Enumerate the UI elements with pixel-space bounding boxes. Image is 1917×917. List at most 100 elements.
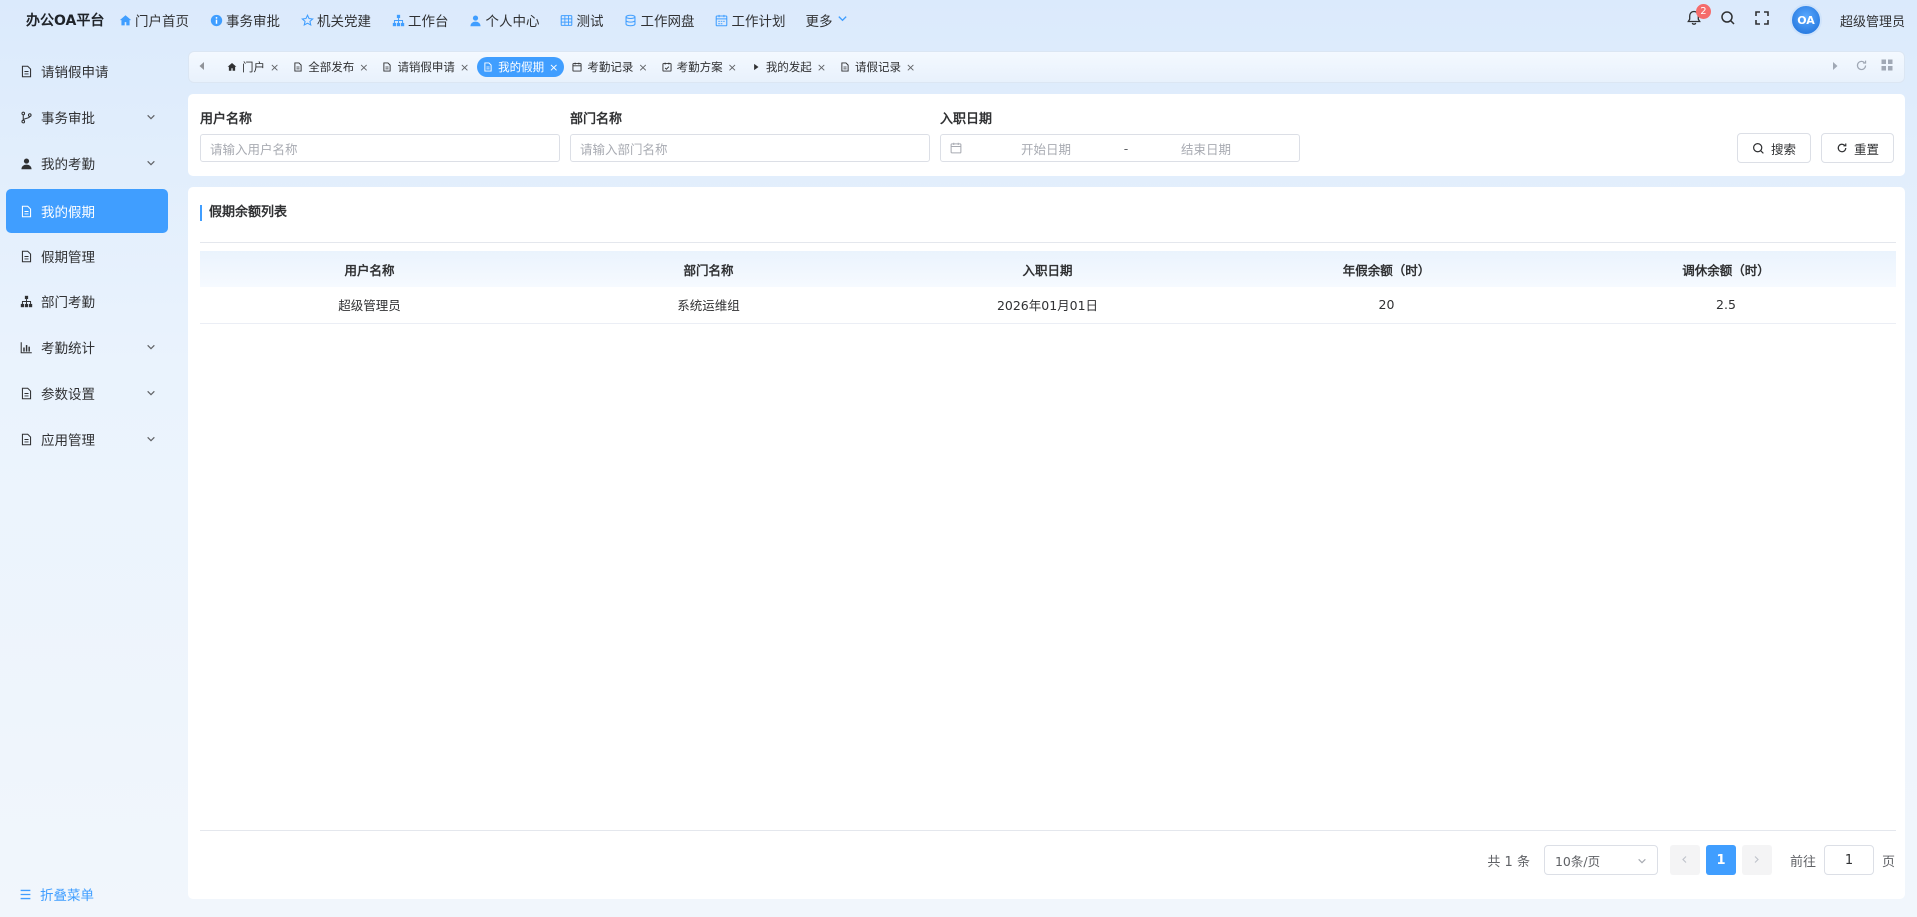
sidebar-item-app-management[interactable]: 应用管理 — [6, 417, 168, 461]
topnav-more-label: 更多 — [805, 14, 833, 30]
end-date-placeholder[interactable]: 结束日期 — [1146, 139, 1266, 158]
sidebar-item-label: 我的考勤 — [41, 157, 95, 173]
close-icon[interactable]: × — [270, 61, 279, 74]
header-search-button[interactable] — [1718, 10, 1738, 30]
tab-my-initiated[interactable]: 我的发起 × — [745, 57, 832, 77]
collapse-menu-label: 折叠菜单 — [40, 888, 94, 904]
close-icon[interactable]: × — [460, 61, 469, 74]
topnav-workbench[interactable]: 工作台 — [391, 10, 449, 30]
sidebar-item-label: 事务审批 — [41, 111, 95, 127]
tab-attendance-records[interactable]: 考勤记录 × — [566, 57, 653, 77]
leave-balance-table: 用户名称 部门名称 入职日期 年假余额（时） 调休余额（时） 超级管理员 系统运… — [200, 251, 1896, 324]
close-icon[interactable]: × — [359, 61, 368, 74]
fullscreen-button[interactable] — [1752, 10, 1772, 30]
grid-icon — [1881, 59, 1893, 75]
tabs-scroll-right[interactable] — [1822, 52, 1848, 82]
table-row[interactable]: 超级管理员 系统运维组 2026年01月01日 20 2.5 — [200, 287, 1896, 324]
sidebar-item-leave-request[interactable]: 请销假申请 — [6, 49, 168, 93]
next-page-button[interactable] — [1741, 845, 1772, 875]
tab-my-leave[interactable]: 我的假期 × — [477, 57, 565, 77]
menu-icon — [19, 888, 32, 901]
prev-page-button[interactable] — [1669, 845, 1700, 875]
tab-label: 请销假申请 — [397, 60, 455, 74]
sidebar-item-approval[interactable]: 事务审批 — [6, 95, 168, 139]
branch-icon — [19, 110, 33, 124]
page-unit-label: 页 — [1881, 854, 1895, 870]
user-icon — [469, 13, 483, 27]
sidebar-item-attendance-stats[interactable]: 考勤统计 — [6, 325, 168, 369]
cell-dept-name: 系统运维组 — [539, 287, 878, 324]
close-icon[interactable]: × — [638, 61, 647, 74]
topnav-approval[interactable]: 事务审批 — [209, 10, 280, 30]
tabs-scroll-left[interactable] — [189, 52, 215, 82]
user-name-input[interactable]: 请输入用户名称 — [200, 134, 560, 162]
divider — [200, 830, 1896, 831]
search-button-label: 搜索 — [1770, 141, 1796, 157]
chevron-down-icon — [837, 12, 848, 28]
start-date-placeholder[interactable]: 开始日期 — [986, 139, 1106, 158]
user-icon — [19, 156, 33, 170]
page-size-select[interactable]: 10条/页 — [1543, 845, 1658, 875]
cell-comp-leave-balance: 2.5 — [1556, 287, 1896, 324]
sidebar: 请销假申请 事务审批 我的考勤 我的假期 假期管理 部门考勤 考勤统计 参数设置… — [0, 48, 170, 917]
sidebar-item-dept-attendance[interactable]: 部门考勤 — [6, 279, 168, 323]
home-icon — [118, 13, 132, 27]
tab-attendance-plan[interactable]: 考勤方案 × — [656, 57, 743, 77]
close-icon[interactable]: × — [817, 61, 826, 74]
close-icon[interactable]: × — [728, 61, 737, 74]
topnav-approval-label: 事务审批 — [226, 14, 280, 30]
calendar-icon — [950, 142, 962, 154]
hire-date-range-picker[interactable]: 开始日期 - 结束日期 — [940, 134, 1300, 162]
sidebar-item-my-attendance[interactable]: 我的考勤 — [6, 141, 168, 185]
collapse-menu-button[interactable]: 折叠菜单 — [19, 884, 94, 904]
topnav-drive[interactable]: 工作网盘 — [624, 10, 695, 30]
sidebar-item-label: 参数设置 — [41, 387, 95, 403]
tab-label: 考勤方案 — [676, 60, 723, 74]
refresh-icon — [1836, 142, 1848, 154]
sidebar-item-my-leave[interactable]: 我的假期 — [6, 189, 168, 233]
sidebar-item-settings[interactable]: 参数设置 — [6, 371, 168, 415]
topnav-home[interactable]: 门户首页 — [118, 10, 189, 30]
tabs-refresh-button[interactable] — [1848, 52, 1874, 82]
tab-all-publish[interactable]: 全部发布 × — [287, 57, 374, 77]
org-chart-icon — [19, 294, 33, 308]
avatar[interactable]: OA — [1789, 4, 1822, 36]
tab-portal[interactable]: 门户 × — [221, 57, 285, 77]
top-header: 办公OA平台 门户首页 事务审批 机关党建 工作台 个人中心 测试 工作网盘 工… — [0, 0, 1917, 40]
tab-leave-records[interactable]: 请假记录 × — [834, 57, 921, 77]
document-icon — [840, 62, 851, 73]
caret-right-icon — [751, 62, 762, 73]
home-icon — [227, 62, 238, 73]
caret-left-icon — [198, 60, 206, 75]
notification-button[interactable]: 2 — [1684, 4, 1711, 30]
reset-button[interactable]: 重置 — [1821, 133, 1894, 163]
topnav-plan[interactable]: 工作计划 — [715, 10, 786, 30]
close-icon[interactable]: × — [906, 61, 915, 74]
tab-leave-request[interactable]: 请销假申请 × — [376, 57, 475, 77]
username[interactable]: 超级管理员 — [1840, 11, 1905, 30]
search-button[interactable]: 搜索 — [1737, 133, 1811, 163]
grid-icon — [560, 13, 574, 27]
tab-label: 我的假期 — [498, 60, 545, 74]
tab-label: 考勤记录 — [587, 60, 634, 74]
chevron-down-icon — [1637, 854, 1647, 869]
notification-badge: 2 — [1695, 4, 1711, 19]
search-icon — [1752, 142, 1765, 155]
goto-page-input[interactable]: 1 — [1823, 845, 1874, 875]
document-icon — [19, 432, 33, 446]
tab-label: 全部发布 — [308, 60, 355, 74]
sidebar-item-leave-management[interactable]: 假期管理 — [6, 234, 168, 278]
page-number-button[interactable]: 1 — [1705, 845, 1736, 875]
dept-name-input[interactable]: 请输入部门名称 — [570, 134, 930, 162]
date-separator: - — [1123, 140, 1129, 156]
topnav-test[interactable]: 测试 — [560, 10, 604, 30]
document-icon — [293, 62, 304, 73]
topnav-profile[interactable]: 个人中心 — [469, 10, 540, 30]
topnav-party[interactable]: 机关党建 — [300, 10, 371, 30]
tabs-menu-button[interactable] — [1874, 52, 1900, 82]
topnav-more[interactable]: 更多 — [806, 10, 848, 30]
chevron-left-icon — [1680, 853, 1689, 868]
close-icon[interactable]: × — [549, 61, 558, 74]
fullscreen-icon — [1754, 10, 1770, 30]
topnav-home-label: 门户首页 — [135, 14, 189, 30]
